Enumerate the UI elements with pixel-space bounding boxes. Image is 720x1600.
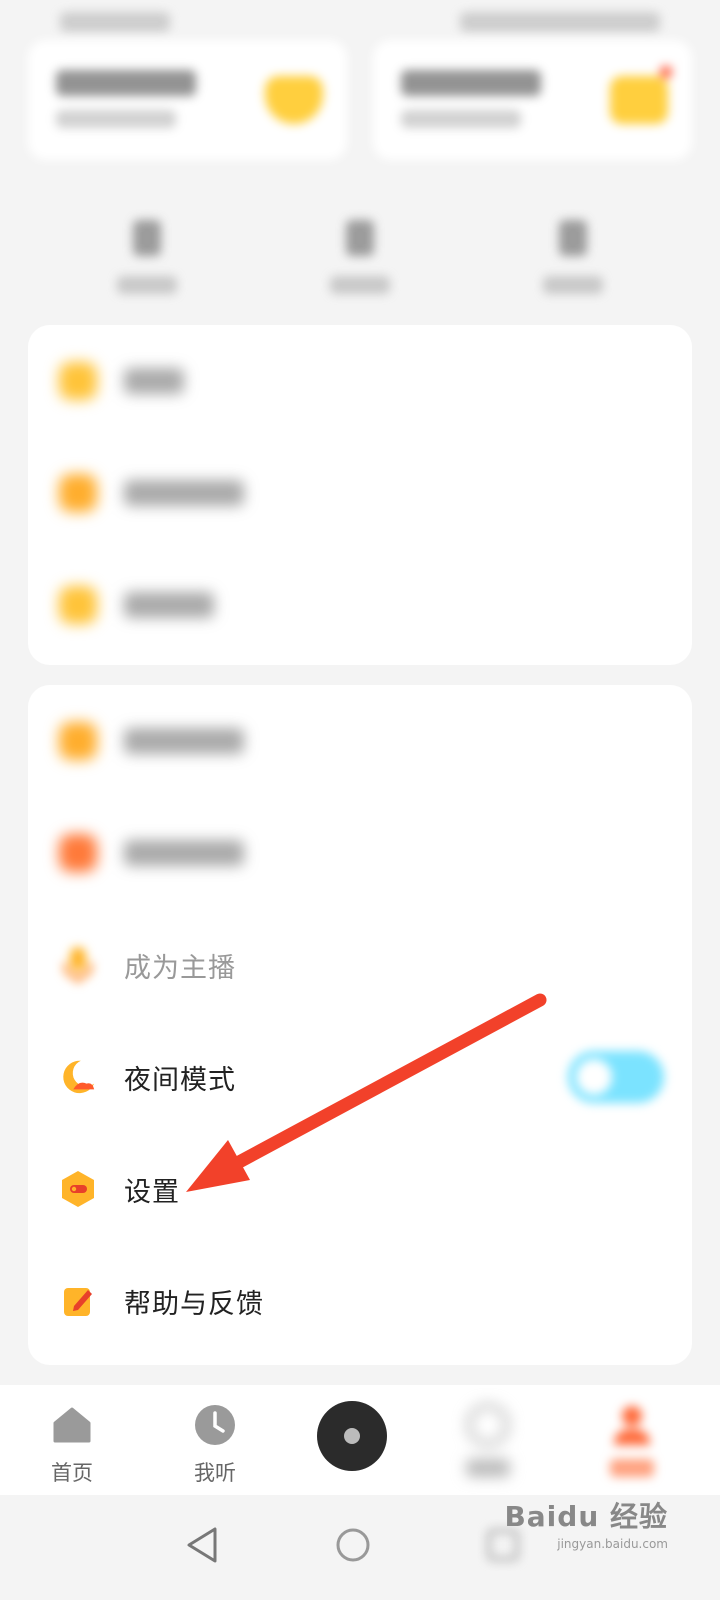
discover-icon bbox=[466, 1403, 510, 1447]
menu-item-label bbox=[124, 840, 244, 866]
bonus-card-subtitle bbox=[401, 110, 521, 128]
nav-listening[interactable]: 我听 bbox=[165, 1395, 265, 1487]
menu-item-icon bbox=[58, 585, 98, 625]
toggle-knob bbox=[576, 1059, 612, 1095]
stats-row bbox=[0, 200, 720, 310]
stat-label bbox=[116, 276, 177, 294]
home-circle-icon[interactable] bbox=[333, 1525, 373, 1565]
menu-item-label bbox=[124, 728, 244, 754]
person-icon bbox=[610, 1403, 654, 1447]
edit-note-icon bbox=[58, 1281, 98, 1321]
menu-item[interactable] bbox=[28, 549, 692, 661]
vip-card[interactable] bbox=[28, 40, 347, 160]
nav-listening-label: 我听 bbox=[194, 1461, 236, 1485]
status-bar bbox=[60, 8, 660, 38]
watermark-sub: jingyan.baidu.com bbox=[557, 1537, 668, 1551]
stat-value bbox=[132, 220, 161, 256]
vip-card-title bbox=[56, 70, 196, 96]
menu-item-icon bbox=[58, 473, 98, 513]
bonus-card-title bbox=[401, 70, 541, 96]
menu-item[interactable] bbox=[28, 437, 692, 549]
notification-dot bbox=[660, 66, 672, 78]
diamond-icon bbox=[265, 76, 323, 124]
menu-card-1 bbox=[28, 325, 692, 665]
nav-item-4-label bbox=[466, 1459, 510, 1477]
settings-label: 设置 bbox=[124, 1176, 180, 1208]
stat-item[interactable] bbox=[87, 200, 207, 310]
bonus-card[interactable] bbox=[373, 40, 692, 160]
menu-item-icon bbox=[58, 361, 98, 401]
back-icon[interactable] bbox=[183, 1525, 223, 1565]
top-cards bbox=[28, 40, 692, 160]
menu-item[interactable] bbox=[28, 325, 692, 437]
vip-card-subtitle bbox=[56, 110, 176, 128]
stat-label bbox=[329, 276, 390, 294]
nav-mine-label bbox=[610, 1459, 654, 1477]
gift-icon bbox=[610, 76, 668, 124]
stat-label bbox=[543, 276, 604, 294]
menu-item-icon bbox=[58, 833, 98, 873]
night-mode-item[interactable]: 夜间模式 bbox=[28, 1021, 692, 1133]
nav-home[interactable]: 首页 bbox=[22, 1395, 122, 1487]
player-button[interactable] bbox=[317, 1401, 387, 1471]
disc-icon bbox=[344, 1428, 360, 1444]
stat-item[interactable] bbox=[513, 200, 633, 310]
menu-item[interactable] bbox=[28, 685, 692, 797]
night-mode-label: 夜间模式 bbox=[124, 1064, 236, 1096]
baidu-watermark: Baidu 经验 jingyan.baidu.com bbox=[504, 1495, 668, 1551]
become-host-label: 成为主播 bbox=[124, 952, 236, 984]
settings-icon bbox=[58, 1169, 98, 1209]
clock-icon bbox=[193, 1403, 237, 1447]
home-icon bbox=[50, 1403, 94, 1447]
nav-mine[interactable] bbox=[582, 1395, 682, 1477]
menu-item-label bbox=[124, 592, 214, 618]
watermark-main: Baidu 经验 bbox=[504, 1500, 668, 1533]
settings-item[interactable]: 设置 bbox=[28, 1133, 692, 1245]
help-feedback-label: 帮助与反馈 bbox=[124, 1288, 264, 1320]
become-host-item[interactable]: 成为主播 bbox=[28, 909, 692, 1021]
moon-icon bbox=[58, 1057, 98, 1097]
menu-card-2: 成为主播 夜间模式 设置 帮助与反馈 bbox=[28, 685, 692, 1365]
stat-value bbox=[559, 220, 588, 256]
menu-item-icon bbox=[58, 721, 98, 761]
stat-value bbox=[345, 220, 374, 256]
nav-item-4[interactable] bbox=[438, 1395, 538, 1477]
menu-item-label bbox=[124, 368, 184, 394]
status-left bbox=[60, 12, 170, 32]
status-right bbox=[460, 12, 660, 32]
bottom-nav: 首页 我听 bbox=[0, 1385, 720, 1495]
nav-home-label: 首页 bbox=[51, 1461, 93, 1485]
menu-item[interactable] bbox=[28, 797, 692, 909]
menu-item-label bbox=[124, 480, 244, 506]
help-feedback-item[interactable]: 帮助与反馈 bbox=[28, 1245, 692, 1357]
stat-item[interactable] bbox=[300, 200, 420, 310]
night-mode-toggle[interactable] bbox=[568, 1051, 664, 1103]
microphone-icon bbox=[58, 945, 98, 985]
